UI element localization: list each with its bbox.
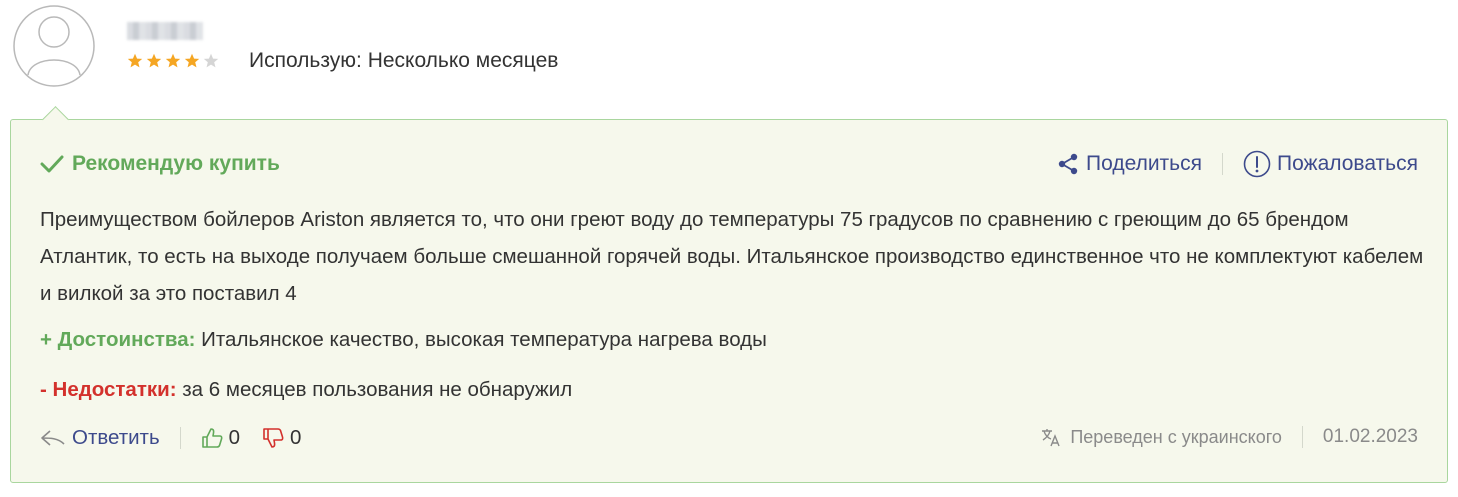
report-button[interactable]: Пожаловаться <box>1243 150 1418 178</box>
dislike-button[interactable]: 0 <box>262 426 301 450</box>
divider <box>179 427 181 449</box>
username-blurred <box>127 22 203 40</box>
pros-row: + Достоинства: Итальянское качество, выс… <box>40 328 767 352</box>
star-filled-icon <box>127 53 143 68</box>
cons-text: за 6 месяцев пользования не обнаружил <box>182 378 573 401</box>
star-filled-icon <box>184 53 200 68</box>
rating-stars <box>127 53 219 69</box>
reply-label: Ответить <box>72 426 160 449</box>
share-label: Поделиться <box>1086 152 1202 175</box>
exclamation-circle-icon <box>1243 150 1271 178</box>
divider <box>1221 153 1223 175</box>
report-label: Пожаловаться <box>1276 152 1418 175</box>
star-filled-icon <box>165 53 181 68</box>
review-footer-left: Ответить 0 0 <box>40 426 301 450</box>
share-icon <box>1058 153 1078 175</box>
like-count: 0 <box>228 426 241 449</box>
cons-row: - Недостатки: за 6 месяцев пользования н… <box>40 378 572 402</box>
share-button[interactable]: Поделиться <box>1056 152 1202 176</box>
translated-note: Переведен с украинского <box>1040 426 1282 448</box>
reply-arrow-icon <box>41 430 65 446</box>
pros-label: + Достоинства: <box>40 328 196 351</box>
review-body: Преимуществом бойлеров Ariston является … <box>40 208 1424 305</box>
star-filled-icon <box>146 53 162 68</box>
review-date: 01.02.2023 <box>1322 426 1418 447</box>
checkmark-icon <box>40 155 64 173</box>
review-footer-right: Переведен с украинского 01.02.2023 <box>1040 426 1418 448</box>
recommend-badge: Рекомендую купить <box>40 152 280 176</box>
cons-label: - Недостатки: <box>40 378 177 401</box>
reply-button[interactable]: Ответить <box>40 426 160 450</box>
thumbs-down-icon <box>263 428 284 448</box>
usage-duration: Использую: Несколько месяцев <box>249 49 559 72</box>
review-actions: Поделиться Пожаловаться <box>1056 150 1418 178</box>
like-button[interactable]: 0 <box>201 426 240 450</box>
divider <box>1301 426 1303 448</box>
dislike-count: 0 <box>290 426 302 449</box>
translate-icon <box>1042 429 1060 447</box>
pros-text: Итальянское качество, высокая температур… <box>201 328 767 351</box>
translated-label: Переведен с украинского <box>1070 426 1282 447</box>
recommend-label: Рекомендую купить <box>72 152 280 175</box>
thumbs-up-icon <box>201 428 223 448</box>
star-empty-icon <box>203 53 219 68</box>
user-avatar-icon <box>13 5 95 87</box>
